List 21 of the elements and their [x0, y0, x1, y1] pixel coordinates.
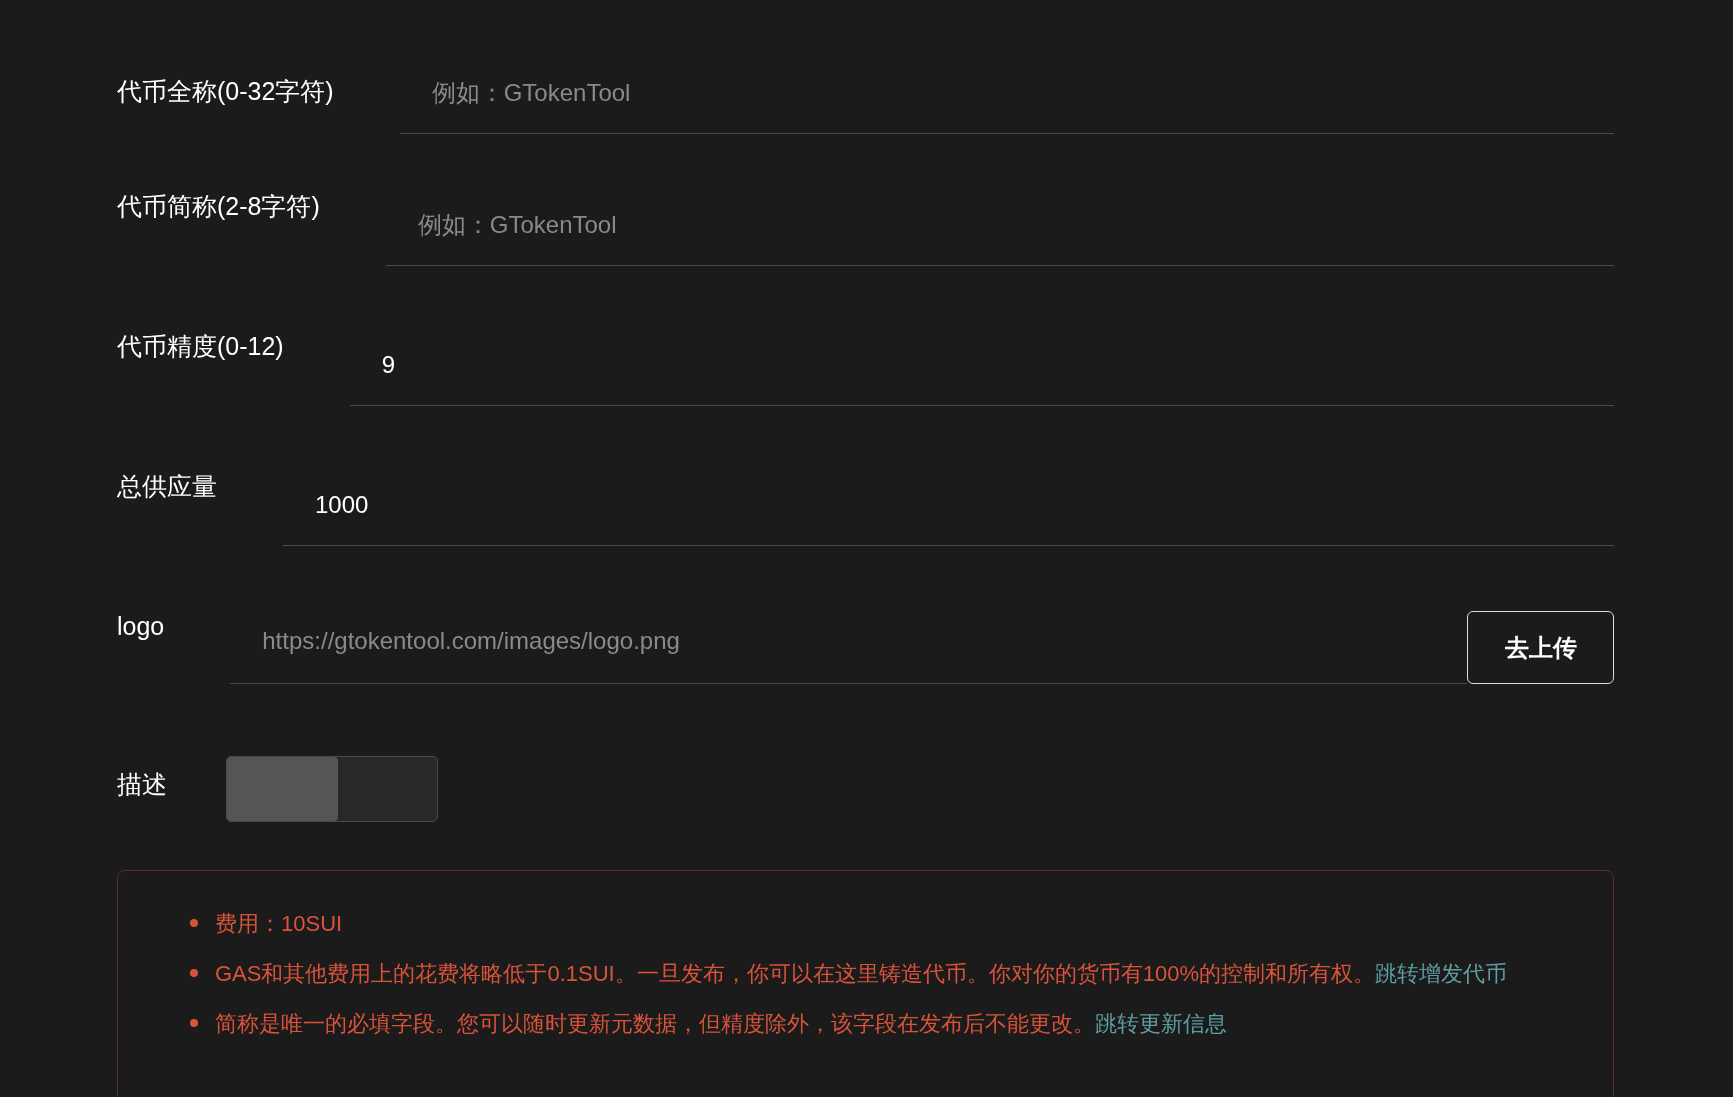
- note-text: GAS和其他费用上的花费将略低于0.1SUI。一旦发布，你可以在这里铸造代币。你对你的货币有100%的控制和所有权。跳转增发代币: [215, 960, 1507, 988]
- field-label: logo: [117, 611, 165, 641]
- field-label: 总供应量: [117, 470, 217, 502]
- bullet-icon: [190, 919, 198, 927]
- input-field[interactable]: 9: [349, 329, 1614, 406]
- note-text: 费用：10SUI: [215, 910, 343, 938]
- input-field[interactable]: 1000: [283, 469, 1614, 546]
- field-label: 代币全称(0-32字符): [117, 76, 334, 107]
- field-label: 代币简称(2-8字符): [117, 190, 320, 222]
- input-field[interactable]: 例如：GTokenTool: [385, 189, 1614, 266]
- upload-button[interactable]: 去上传: [1467, 611, 1614, 684]
- note-text: 简称是唯一的必填字段。您可以随时更新元数据，但精度除外，该字段在发布后不能更改。跳转更新信息: [215, 1010, 1227, 1038]
- field-label: 代币精度(0-12): [117, 330, 284, 362]
- input-field[interactable]: 例如：GTokenTool: [399, 79, 1614, 134]
- input-field[interactable]: https://gtokentool.com/images/logo.png: [230, 605, 1467, 684]
- note-link[interactable]: 跳转更新信息: [1095, 1011, 1227, 1036]
- bullet-icon: [190, 969, 198, 977]
- field-label: 描述: [117, 768, 167, 800]
- note-link[interactable]: 跳转增发代币: [1375, 961, 1507, 986]
- toggle-switch[interactable]: [226, 756, 438, 822]
- bullet-icon: [190, 1019, 198, 1027]
